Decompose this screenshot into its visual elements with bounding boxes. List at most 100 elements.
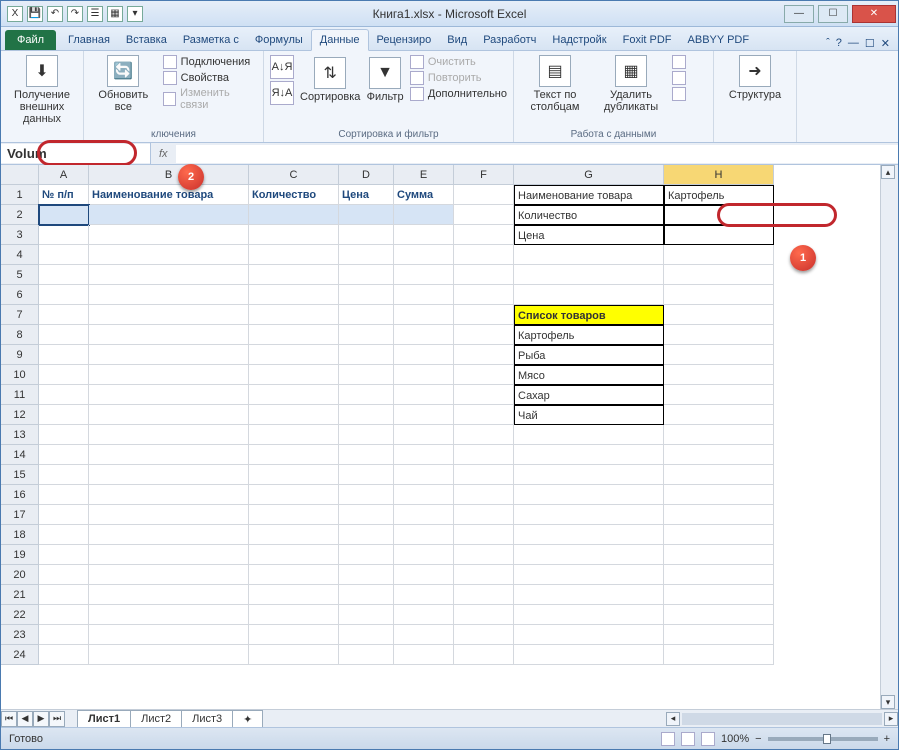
cell[interactable] — [454, 225, 514, 245]
cell[interactable] — [454, 605, 514, 625]
column-header[interactable]: B — [89, 165, 249, 185]
cell[interactable] — [89, 245, 249, 265]
cell[interactable] — [339, 445, 394, 465]
row-header[interactable]: 11 — [1, 385, 39, 405]
cell[interactable] — [394, 305, 454, 325]
cell[interactable] — [249, 345, 339, 365]
cell[interactable] — [394, 385, 454, 405]
qat-item-icon[interactable]: ▦ — [107, 6, 123, 22]
cell[interactable] — [664, 225, 774, 245]
cell[interactable] — [394, 605, 454, 625]
cell[interactable] — [394, 505, 454, 525]
sheet-tab[interactable]: Лист2 — [130, 710, 182, 727]
cell[interactable]: Сахар — [514, 385, 664, 405]
reapply-button[interactable]: Повторить — [410, 71, 507, 85]
cell[interactable] — [249, 545, 339, 565]
cell[interactable] — [249, 385, 339, 405]
tab-layout[interactable]: Разметка с — [175, 30, 247, 50]
scroll-down-icon[interactable]: ▾ — [881, 695, 895, 709]
horizontal-scrollbar[interactable] — [682, 713, 882, 725]
cell[interactable] — [39, 285, 89, 305]
cell[interactable] — [454, 325, 514, 345]
cell[interactable] — [89, 325, 249, 345]
cell[interactable]: Список товаров — [514, 305, 664, 325]
column-header[interactable]: D — [339, 165, 394, 185]
cell[interactable] — [664, 245, 774, 265]
cell[interactable] — [664, 585, 774, 605]
cell[interactable]: Наименование товара — [89, 185, 249, 205]
cell[interactable] — [89, 605, 249, 625]
tab-developer[interactable]: Разработч — [475, 30, 544, 50]
cell[interactable] — [249, 245, 339, 265]
cell[interactable] — [514, 445, 664, 465]
row-header[interactable]: 12 — [1, 405, 39, 425]
cell[interactable] — [664, 265, 774, 285]
cell[interactable] — [514, 545, 664, 565]
cell[interactable] — [514, 625, 664, 645]
cell[interactable] — [339, 425, 394, 445]
tab-home[interactable]: Главная — [60, 30, 118, 50]
cell[interactable] — [89, 285, 249, 305]
cell[interactable] — [454, 445, 514, 465]
save-icon[interactable]: 💾 — [27, 6, 43, 22]
row-header[interactable]: 6 — [1, 285, 39, 305]
cell[interactable] — [339, 645, 394, 665]
zoom-out-button[interactable]: − — [755, 733, 761, 745]
cell[interactable] — [249, 645, 339, 665]
doc-min-icon[interactable]: — — [848, 37, 859, 50]
cell[interactable] — [249, 605, 339, 625]
cell[interactable] — [394, 265, 454, 285]
view-layout-icon[interactable] — [681, 732, 695, 746]
cell[interactable] — [89, 365, 249, 385]
cell[interactable] — [664, 285, 774, 305]
cell[interactable] — [39, 565, 89, 585]
cell[interactable] — [89, 425, 249, 445]
cell[interactable] — [39, 525, 89, 545]
cell[interactable] — [89, 445, 249, 465]
cell[interactable]: Картофель — [664, 185, 774, 205]
cell[interactable] — [249, 285, 339, 305]
cell[interactable] — [39, 645, 89, 665]
cell[interactable] — [339, 565, 394, 585]
cell[interactable] — [664, 345, 774, 365]
row-header[interactable]: 10 — [1, 365, 39, 385]
cell[interactable] — [664, 405, 774, 425]
cell[interactable] — [339, 245, 394, 265]
cell[interactable] — [89, 385, 249, 405]
close-button[interactable]: ✕ — [852, 5, 896, 23]
row-header[interactable]: 21 — [1, 585, 39, 605]
cell[interactable] — [89, 505, 249, 525]
cell[interactable] — [249, 205, 339, 225]
cell[interactable] — [664, 545, 774, 565]
cell[interactable] — [39, 505, 89, 525]
sort-asc-button[interactable]: А↓Я — [270, 55, 294, 79]
cell[interactable] — [89, 585, 249, 605]
undo-icon[interactable]: ↶ — [47, 6, 63, 22]
cell[interactable] — [249, 265, 339, 285]
cell[interactable] — [394, 485, 454, 505]
sheet-tab[interactable]: Лист3 — [181, 710, 233, 727]
refresh-all-button[interactable]: 🔄 Обновить все — [90, 55, 157, 113]
cell[interactable] — [454, 345, 514, 365]
cell[interactable] — [339, 545, 394, 565]
cell[interactable]: Цена — [514, 225, 664, 245]
cell[interactable] — [39, 245, 89, 265]
cell[interactable] — [249, 505, 339, 525]
tab-formulas[interactable]: Формулы — [247, 30, 311, 50]
help-icon[interactable]: ? — [836, 37, 842, 50]
cell[interactable] — [664, 605, 774, 625]
cell[interactable] — [339, 485, 394, 505]
clear-filter-button[interactable]: Очистить — [410, 55, 507, 69]
text-to-columns-button[interactable]: ▤ Текст по столбцам — [520, 55, 590, 113]
cell[interactable] — [394, 625, 454, 645]
cell[interactable] — [454, 565, 514, 585]
column-header[interactable]: H — [664, 165, 774, 185]
cell[interactable] — [514, 245, 664, 265]
cell[interactable] — [514, 485, 664, 505]
qat-dropdown-icon[interactable]: ▾ — [127, 6, 143, 22]
properties-button[interactable]: Свойства — [163, 71, 257, 85]
cell[interactable] — [89, 545, 249, 565]
minimize-button[interactable]: — — [784, 5, 814, 23]
sheet-nav-last-icon[interactable]: ⏭ — [49, 711, 65, 727]
cell[interactable] — [454, 545, 514, 565]
